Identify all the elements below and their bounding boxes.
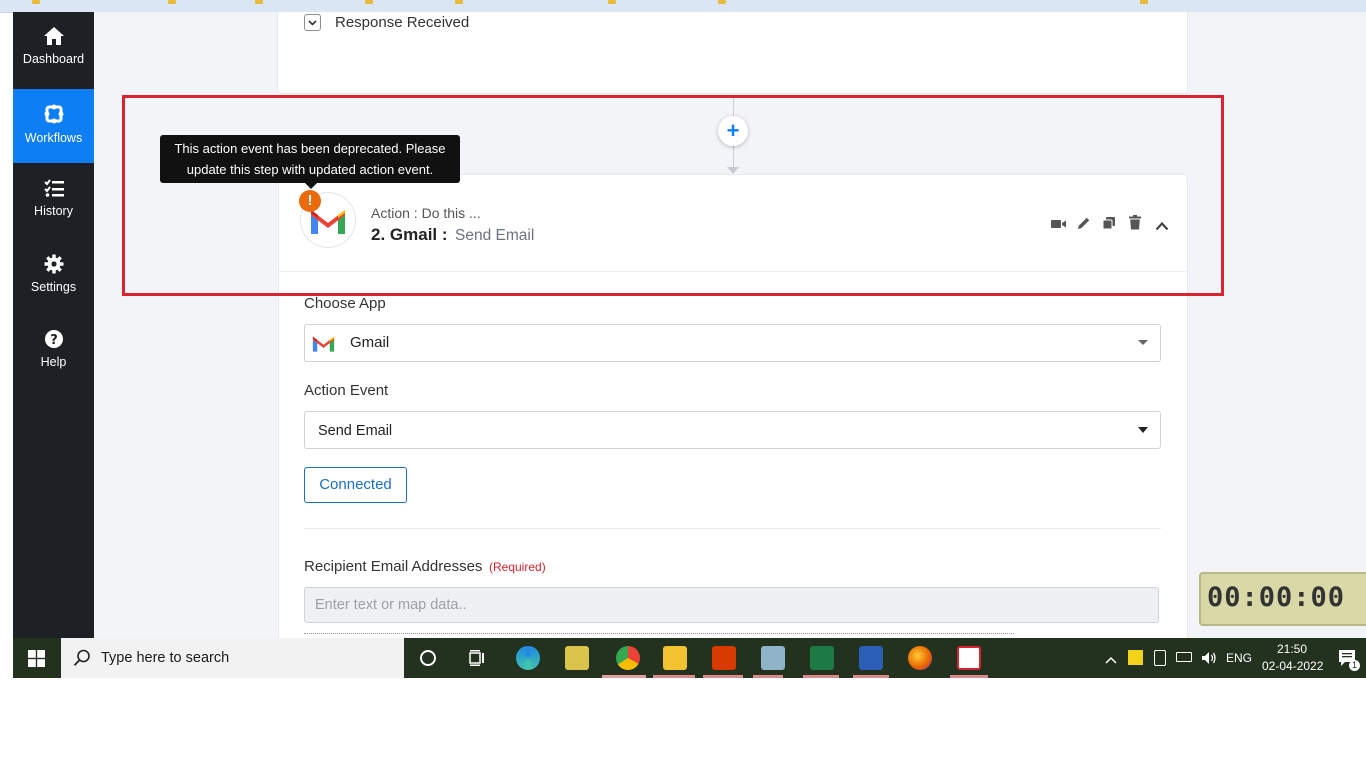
action-event-label: Action Event bbox=[304, 382, 389, 399]
sidebar-item-label: History bbox=[34, 204, 73, 218]
response-received-label: Response Received bbox=[335, 14, 470, 31]
trigger-step-card: Response Received bbox=[277, 12, 1188, 94]
chrome-active-indicator bbox=[602, 675, 646, 678]
choose-app-label: Choose App bbox=[304, 295, 386, 312]
notepad-icon[interactable] bbox=[761, 646, 785, 670]
svg-text:?: ? bbox=[50, 333, 58, 348]
stopwatch-display: 00:00:00 bbox=[1207, 582, 1346, 613]
question-circle-icon: ? bbox=[44, 330, 63, 348]
explorer-active-indicator bbox=[653, 675, 695, 678]
office-icon[interactable] bbox=[712, 646, 736, 670]
taskbar-search-box[interactable]: Type here to search bbox=[61, 638, 404, 678]
required-tag: (Required) bbox=[489, 560, 546, 574]
firefox-icon[interactable] bbox=[908, 646, 932, 670]
excel-icon[interactable] bbox=[810, 646, 834, 670]
task-view-icon[interactable] bbox=[468, 649, 486, 667]
sidebar-item-label: Settings bbox=[30, 280, 77, 294]
clock-time[interactable]: 21:50 bbox=[1277, 642, 1307, 656]
word-icon[interactable] bbox=[859, 646, 883, 670]
taskbar-search-placeholder: Type here to search bbox=[101, 650, 230, 666]
notification-badge: 1 bbox=[1349, 660, 1360, 671]
windows-start-icon[interactable] bbox=[28, 650, 45, 667]
recipient-email-input[interactable] bbox=[304, 587, 1159, 623]
history-list-icon bbox=[43, 179, 64, 197]
sidebar: Dashboard Workflows History Settings ? H… bbox=[13, 12, 94, 638]
choose-app-select[interactable]: Gmail bbox=[304, 324, 1161, 362]
gear-icon bbox=[44, 254, 63, 274]
gmail-icon bbox=[312, 336, 335, 352]
battery-icon[interactable] bbox=[1176, 652, 1192, 662]
device-tray-icon[interactable] bbox=[1154, 650, 1166, 666]
sidebar-item-dashboard[interactable]: Dashboard bbox=[13, 12, 94, 86]
excel-active-indicator bbox=[803, 675, 839, 678]
caret-down-icon bbox=[1138, 427, 1148, 433]
deprecated-tooltip: This action event has been deprecated. P… bbox=[160, 135, 460, 189]
chevron-down-icon bbox=[308, 20, 317, 26]
chevron-down-icon bbox=[1138, 340, 1148, 345]
app-window: Dashboard Workflows History Settings ? H… bbox=[13, 12, 1366, 638]
speaker-icon[interactable] bbox=[1201, 650, 1217, 666]
workflows-icon bbox=[44, 104, 63, 124]
selected-app-value: Gmail bbox=[350, 334, 390, 351]
recipient-email-label: Recipient Email Addresses bbox=[304, 558, 483, 575]
selected-action-event-value: Send Email bbox=[318, 423, 393, 439]
pdf-active-indicator bbox=[950, 675, 988, 678]
chrome-browser-icon[interactable] bbox=[616, 646, 640, 670]
language-indicator[interactable]: ENG bbox=[1226, 651, 1252, 665]
cortana-icon[interactable] bbox=[420, 650, 436, 666]
sidebar-item-history[interactable]: History bbox=[13, 164, 94, 238]
sidebar-item-settings[interactable]: Settings bbox=[13, 240, 94, 314]
file-manager-icon[interactable] bbox=[565, 646, 589, 670]
notepad-active-indicator bbox=[753, 675, 783, 678]
tooltip-line-1: This action event has been deprecated. P… bbox=[174, 141, 446, 156]
helper-text-clipped bbox=[304, 631, 1014, 638]
pdf-reader-icon[interactable] bbox=[957, 646, 981, 670]
stopwatch-widget[interactable]: 00:00:00 bbox=[1199, 572, 1366, 626]
sticky-notes-tray-icon[interactable] bbox=[1128, 650, 1143, 665]
file-explorer-icon[interactable] bbox=[663, 646, 687, 670]
action-event-select[interactable]: Send Email bbox=[304, 411, 1161, 449]
windows-taskbar: Type here to search ENG 21:50 02-04-2022… bbox=[13, 638, 1366, 678]
home-icon bbox=[43, 27, 64, 45]
highlight-box bbox=[122, 95, 1224, 296]
word-active-indicator bbox=[853, 675, 889, 678]
office-active-indicator bbox=[703, 675, 743, 678]
tooltip-line-2: update this step with updated action eve… bbox=[186, 162, 434, 177]
edge-browser-icon[interactable] bbox=[516, 646, 540, 670]
response-received-checkbox[interactable] bbox=[304, 14, 321, 31]
sidebar-item-label: Dashboard bbox=[22, 52, 85, 66]
search-icon bbox=[73, 649, 90, 666]
sidebar-item-label: Help bbox=[40, 355, 67, 369]
connected-button[interactable]: Connected bbox=[304, 467, 407, 503]
sidebar-item-workflows[interactable]: Workflows bbox=[13, 89, 94, 163]
form-divider bbox=[304, 528, 1161, 529]
sidebar-item-help[interactable]: ? Help bbox=[13, 315, 94, 389]
clock-date[interactable]: 02-04-2022 bbox=[1262, 659, 1323, 673]
tray-chevron-up-icon[interactable] bbox=[1105, 652, 1117, 664]
sidebar-item-label: Workflows bbox=[24, 131, 83, 145]
